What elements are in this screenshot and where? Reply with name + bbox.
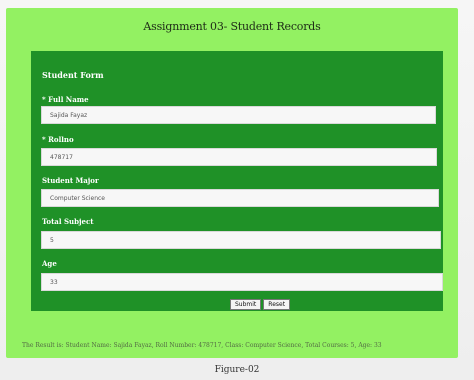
- result-text: The Result is: Student Name: Sajida Faya…: [22, 342, 382, 349]
- app-panel: Assignment 03- Student Records Student F…: [6, 8, 458, 358]
- student-major-input[interactable]: Computer Science: [41, 189, 439, 207]
- reset-button[interactable]: Reset: [263, 299, 291, 310]
- full-name-input[interactable]: Sajida Fayaz: [41, 106, 436, 124]
- full-name-label: * Full Name: [42, 95, 89, 104]
- student-major-label: Student Major: [42, 176, 99, 185]
- rollno-label: * Rollno: [42, 135, 74, 144]
- rollno-input[interactable]: 478717: [41, 148, 437, 166]
- age-input[interactable]: 33: [41, 273, 443, 291]
- age-label: Age: [42, 259, 57, 268]
- total-subject-input[interactable]: 5: [41, 231, 441, 249]
- submit-button[interactable]: Submit: [230, 299, 262, 310]
- form-title: Student Form: [42, 70, 104, 80]
- student-form: Student Form * Full Name Sajida Fayaz * …: [31, 51, 443, 311]
- page: Assignment 03- Student Records Student F…: [0, 0, 474, 380]
- figure-caption: Figure-02: [214, 365, 260, 375]
- total-subject-label: Total Subject: [42, 217, 94, 226]
- form-buttons: Submit Reset: [230, 299, 291, 310]
- page-title: Assignment 03- Student Records: [143, 20, 321, 33]
